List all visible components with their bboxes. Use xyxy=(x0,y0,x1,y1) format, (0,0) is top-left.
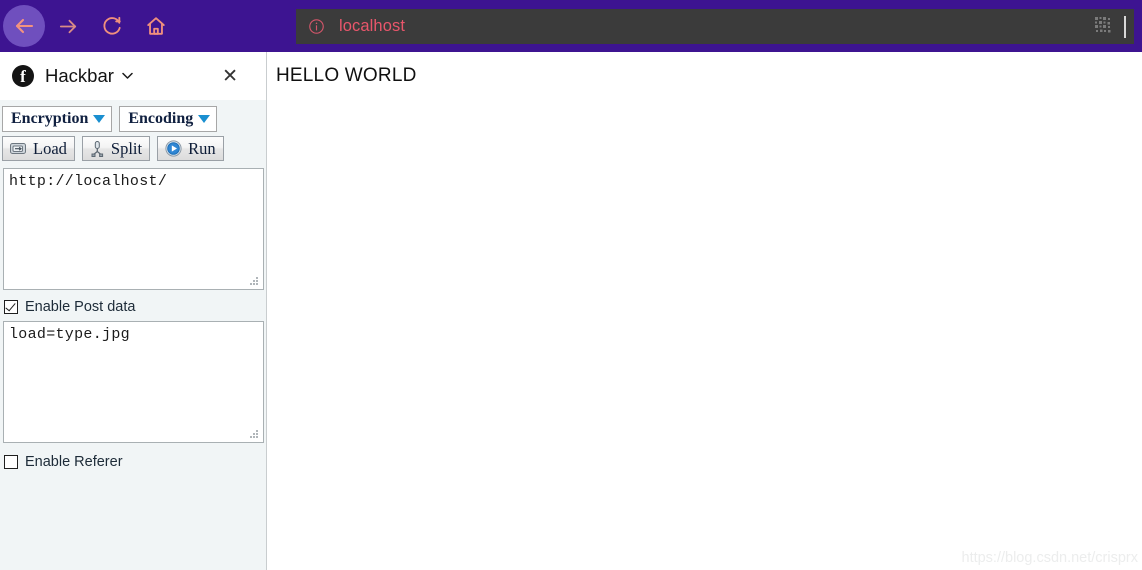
hackbar-logo-glyph: f xyxy=(20,66,26,86)
address-bar-text[interactable]: localhost xyxy=(339,17,1094,36)
split-button-label: Split xyxy=(110,138,143,158)
load-button[interactable]: Load xyxy=(2,136,75,161)
enable-post-data-label: Enable Post data xyxy=(25,299,136,315)
encryption-dropdown-label: Encryption xyxy=(11,110,89,127)
address-bar-caret xyxy=(1124,15,1126,38)
browser-toolbar: localhost xyxy=(0,0,1142,52)
hackbar-logo-icon: f xyxy=(12,65,34,87)
split-tool-icon xyxy=(90,140,105,157)
split-button[interactable]: Split xyxy=(81,136,151,161)
hackbar-dropdown-row: Encryption Encoding xyxy=(0,100,266,132)
arrow-right-icon xyxy=(59,19,76,33)
reload-button[interactable] xyxy=(90,4,134,48)
arrow-left-icon xyxy=(15,18,34,34)
address-bar[interactable]: localhost xyxy=(296,9,1134,44)
hackbar-panel-title: Hackbar xyxy=(45,65,114,86)
enable-referer-checkbox[interactable] xyxy=(4,455,18,469)
run-button-label: Run xyxy=(188,138,216,158)
enable-referer-row[interactable]: Enable Referer xyxy=(0,443,266,476)
hackbar-panel: f Hackbar ✕ Encryption Encoding Load Spl… xyxy=(0,52,267,570)
encryption-dropdown[interactable]: Encryption xyxy=(2,106,113,132)
close-icon[interactable]: ✕ xyxy=(222,67,254,86)
url-input[interactable] xyxy=(3,168,264,290)
enable-post-data-checkbox[interactable] xyxy=(4,300,18,314)
page-content: HELLO WORLD https://blog.csdn.net/crispr… xyxy=(267,52,1142,570)
hackbar-panel-body: Encryption Encoding Load Split Run http:… xyxy=(0,100,266,476)
main-area: f Hackbar ✕ Encryption Encoding Load Spl… xyxy=(0,52,1142,570)
post-data-input[interactable] xyxy=(3,321,264,443)
info-circle-icon[interactable] xyxy=(308,18,325,35)
enable-post-data-row[interactable]: Enable Post data xyxy=(0,290,266,321)
chevron-down-icon xyxy=(93,115,106,123)
back-button-highlight xyxy=(3,5,45,47)
load-disk-icon xyxy=(10,141,27,156)
url-field-wrapper xyxy=(3,168,264,290)
forward-button[interactable] xyxy=(46,4,90,48)
watermark: https://blog.csdn.net/crisprx xyxy=(961,550,1139,566)
reload-icon xyxy=(103,16,121,35)
home-button[interactable] xyxy=(134,4,178,48)
page-body-text: HELLO WORLD xyxy=(276,65,417,86)
encoding-dropdown[interactable]: Encoding xyxy=(119,106,218,132)
hackbar-action-row: Load Split Run xyxy=(0,132,266,161)
qr-code-icon[interactable] xyxy=(1094,16,1116,38)
home-icon xyxy=(147,17,165,35)
enable-referer-label: Enable Referer xyxy=(25,454,123,470)
chevron-down-icon[interactable] xyxy=(122,72,133,80)
back-button[interactable] xyxy=(2,4,46,48)
run-play-icon xyxy=(165,140,182,157)
encoding-dropdown-label: Encoding xyxy=(128,110,194,127)
run-button[interactable]: Run xyxy=(157,136,224,161)
post-data-field-wrapper xyxy=(3,321,264,443)
chevron-down-icon xyxy=(198,115,211,123)
load-button-label: Load xyxy=(33,138,67,158)
hackbar-panel-header: f Hackbar ✕ xyxy=(0,52,266,100)
